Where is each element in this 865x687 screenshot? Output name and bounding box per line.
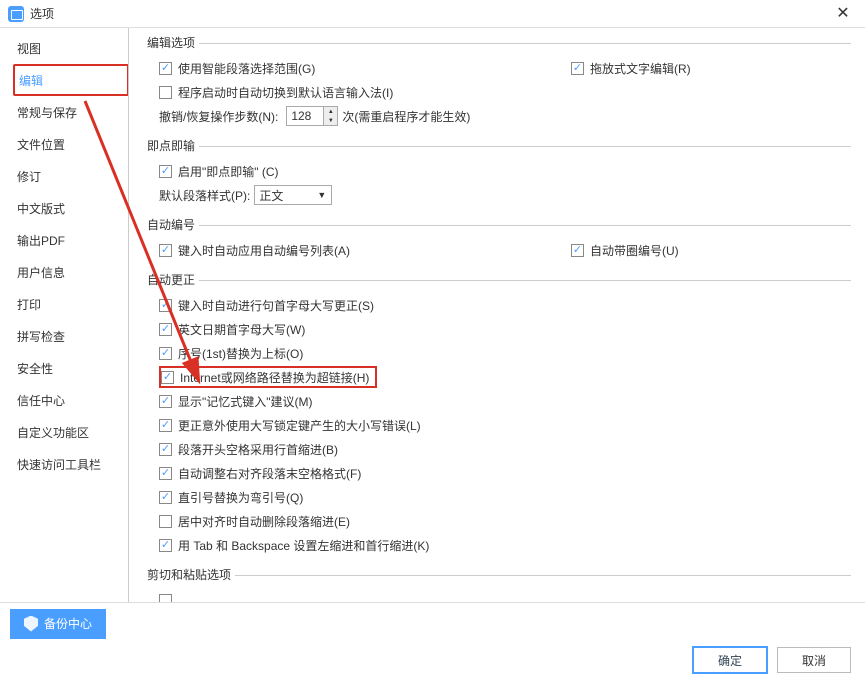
sidebar-item-output-pdf[interactable]: 输出PDF bbox=[13, 224, 128, 256]
group-cut-paste: 剪切和粘贴选项 ... bbox=[147, 566, 851, 602]
checkbox-auto-circle[interactable] bbox=[571, 244, 584, 257]
label: 居中对齐时自动删除段落缩进(E) bbox=[178, 513, 350, 530]
sidebar-item-security[interactable]: 安全性 bbox=[13, 352, 128, 384]
sidebar-item-chinese-layout[interactable]: 中文版式 bbox=[13, 192, 128, 224]
sidebar-item-spellcheck[interactable]: 拼写检查 bbox=[13, 320, 128, 352]
sidebar-item-edit[interactable]: 编辑 bbox=[13, 64, 129, 96]
sidebar-item-view[interactable]: 视图 bbox=[13, 32, 128, 64]
label: 程序启动时自动切换到默认语言输入法(I) bbox=[178, 84, 393, 101]
label: 自动带圈编号(U) bbox=[590, 242, 679, 259]
default-style-select[interactable]: 正文 ▼ bbox=[254, 185, 332, 205]
sidebar-item-quick-toolbar[interactable]: 快速访问工具栏 bbox=[13, 448, 128, 480]
group-auto-correct: 自动更正 键入时自动进行句首字母大写更正(S) 英文日期首字母大写(W) 序号(1s… bbox=[147, 271, 851, 556]
bottom-bar: 备份中心 bbox=[0, 602, 865, 644]
chevron-down-icon: ▼ bbox=[317, 190, 326, 200]
group-edit-options: 编辑选项 使用智能段落选择范围(G) 拖放式文字编辑(R) 程序启动时自动切换到… bbox=[147, 34, 851, 127]
group-title: 自动编号 bbox=[147, 216, 851, 233]
checkbox-autocorrect-10[interactable] bbox=[159, 539, 172, 552]
label: 拖放式文字编辑(R) bbox=[590, 60, 691, 77]
undo-steps-spinner[interactable]: 128 ▲ ▼ bbox=[286, 106, 338, 126]
undo-steps-suffix: 次(需重启程序才能生效) bbox=[342, 108, 470, 125]
sidebar-item-file-location[interactable]: 文件位置 bbox=[13, 128, 128, 160]
checkbox-auto-ime[interactable] bbox=[159, 86, 172, 99]
sidebar: 视图 编辑 常规与保存 文件位置 修订 中文版式 输出PDF 用户信息 打印 拼… bbox=[0, 28, 129, 602]
sidebar-item-general-save[interactable]: 常规与保存 bbox=[13, 96, 128, 128]
group-click-type: 即点即输 启用"即点即输" (C) 默认段落样式(P): 正文 ▼ bbox=[147, 137, 851, 206]
group-title: 剪切和粘贴选项 bbox=[147, 566, 851, 583]
label: 使用智能段落选择范围(G) bbox=[178, 60, 315, 77]
backup-center-button[interactable]: 备份中心 bbox=[10, 609, 106, 639]
sidebar-item-user-info[interactable]: 用户信息 bbox=[13, 256, 128, 288]
label: 键入时自动进行句首字母大写更正(S) bbox=[178, 297, 374, 314]
label: 启用"即点即输" (C) bbox=[178, 163, 279, 180]
cancel-button[interactable]: 取消 bbox=[777, 647, 851, 673]
label: Internet或网络路径替换为超链接(H) bbox=[180, 369, 369, 386]
label: 自动调整右对齐段落末空格格式(F) bbox=[178, 465, 361, 482]
checkbox-drag-text[interactable] bbox=[571, 62, 584, 75]
label: 用 Tab 和 Backspace 设置左缩进和首行缩进(K) bbox=[178, 537, 429, 554]
close-icon[interactable]: ✕ bbox=[829, 0, 857, 28]
checkbox-autocorrect-0[interactable] bbox=[159, 299, 172, 312]
label: 更正意外使用大写锁定键产生的大小写错误(L) bbox=[178, 417, 421, 434]
group-title: 编辑选项 bbox=[147, 34, 851, 51]
group-title: 即点即输 bbox=[147, 137, 851, 154]
label: 英文日期首字母大写(W) bbox=[178, 321, 305, 338]
checkbox-apply-list[interactable] bbox=[159, 244, 172, 257]
label: 显示"记忆式键入"建议(M) bbox=[178, 393, 313, 410]
checkbox-autocorrect-2[interactable] bbox=[159, 347, 172, 360]
undo-steps-label: 撤销/恢复操作步数(N): bbox=[159, 108, 278, 125]
content-panel: 编辑选项 使用智能段落选择范围(G) 拖放式文字编辑(R) 程序启动时自动切换到… bbox=[129, 28, 865, 602]
sidebar-item-print[interactable]: 打印 bbox=[13, 288, 128, 320]
checkbox-cutpaste-hidden[interactable] bbox=[159, 594, 172, 603]
ok-button[interactable]: 确定 bbox=[693, 647, 767, 673]
spinner-down-icon[interactable]: ▼ bbox=[324, 116, 337, 125]
checkbox-autocorrect-6[interactable] bbox=[159, 443, 172, 456]
label: 直引号替换为弯引号(Q) bbox=[178, 489, 303, 506]
label: 键入时自动应用自动编号列表(A) bbox=[178, 242, 350, 259]
sidebar-item-trust-center[interactable]: 信任中心 bbox=[13, 384, 128, 416]
checkbox-smart-paragraph[interactable] bbox=[159, 62, 172, 75]
checkbox-autocorrect-8[interactable] bbox=[159, 491, 172, 504]
group-title: 自动更正 bbox=[147, 271, 851, 288]
checkbox-click-type-enable[interactable] bbox=[159, 165, 172, 178]
checkbox-autocorrect-5[interactable] bbox=[159, 419, 172, 432]
checkbox-autocorrect-9[interactable] bbox=[159, 515, 172, 528]
checkbox-autocorrect-3[interactable] bbox=[161, 371, 174, 384]
sidebar-item-revision[interactable]: 修订 bbox=[13, 160, 128, 192]
app-icon bbox=[8, 6, 24, 22]
group-auto-number: 自动编号 键入时自动应用自动编号列表(A) 自动带圈编号(U) bbox=[147, 216, 851, 261]
default-style-label: 默认段落样式(P): bbox=[159, 187, 250, 204]
titlebar: 选项 ✕ bbox=[0, 0, 865, 28]
spinner-up-icon[interactable]: ▲ bbox=[324, 107, 337, 116]
label: 段落开头空格采用行首缩进(B) bbox=[178, 441, 338, 458]
checkbox-autocorrect-4[interactable] bbox=[159, 395, 172, 408]
window-title: 选项 bbox=[30, 5, 829, 22]
label: 序号(1st)替换为上标(O) bbox=[178, 345, 303, 362]
checkbox-autocorrect-7[interactable] bbox=[159, 467, 172, 480]
checkbox-autocorrect-1[interactable] bbox=[159, 323, 172, 336]
sidebar-item-customize-ribbon[interactable]: 自定义功能区 bbox=[13, 416, 128, 448]
highlighted-option: Internet或网络路径替换为超链接(H) bbox=[159, 366, 377, 388]
shield-icon bbox=[24, 616, 38, 632]
